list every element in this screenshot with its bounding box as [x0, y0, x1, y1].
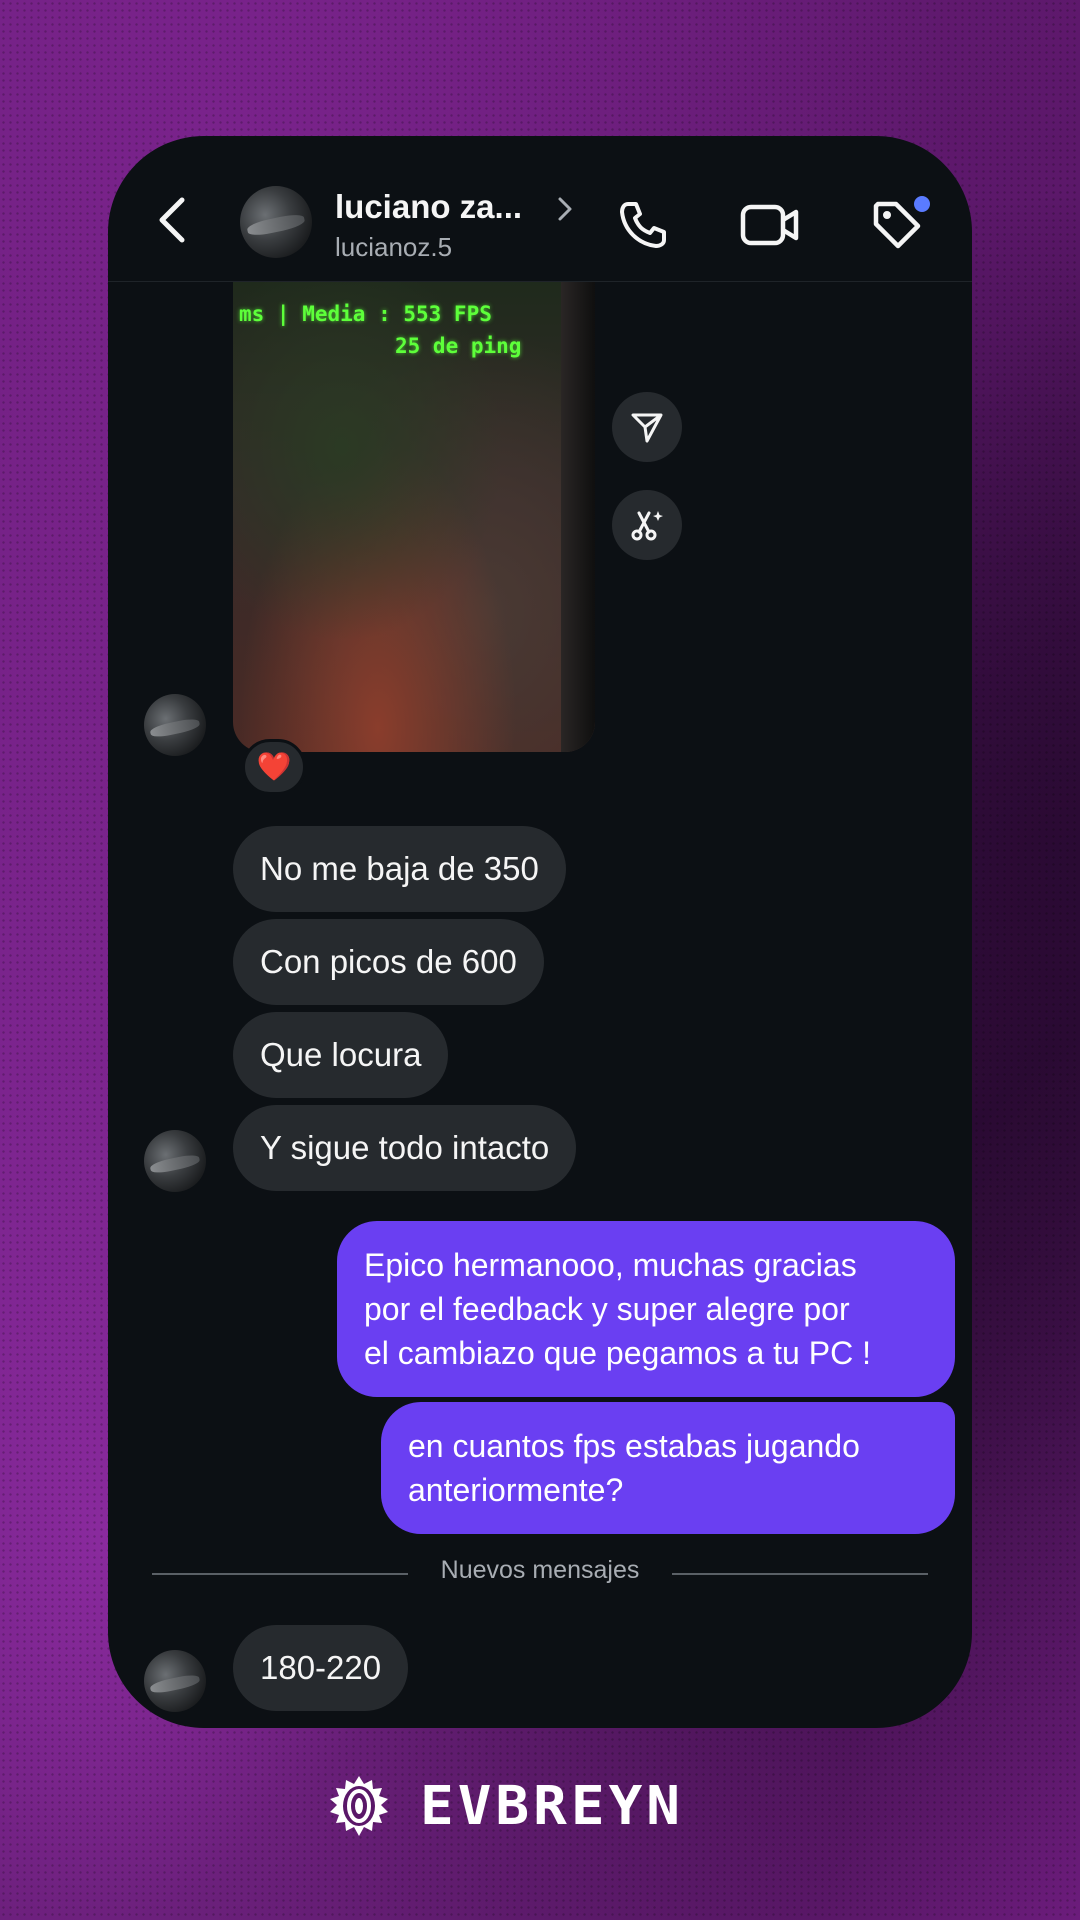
sender-avatar[interactable]	[144, 1650, 206, 1712]
phone-icon[interactable]	[616, 198, 670, 252]
incoming-message[interactable]: 180-220	[233, 1625, 409, 1711]
edit-ai-button[interactable]	[612, 490, 682, 560]
incoming-message[interactable]: No me baja de 350	[233, 826, 566, 912]
brand-logo-icon	[330, 1776, 388, 1836]
photo-overlay-text: 25 de ping	[395, 334, 522, 358]
scissors-sparkle-icon	[631, 511, 663, 541]
outgoing-message[interactable]: Epico hermanooo, muchas gracias por el f…	[337, 1221, 955, 1397]
contact-name[interactable]: luciano za...	[335, 188, 522, 226]
chat-screen: luciano za... lucianoz.5 ms | Media : 55…	[108, 136, 972, 1728]
photo-message[interactable]: ms | Media : 553 FPS 25 de ping	[233, 282, 595, 752]
contact-avatar[interactable]	[240, 186, 312, 258]
send-icon	[631, 413, 663, 443]
incoming-message[interactable]: Con picos de 600	[233, 919, 544, 1005]
sender-avatar[interactable]	[144, 694, 206, 756]
new-messages-divider: Nuevos mensajes	[440, 1556, 640, 1584]
divider-line	[672, 1573, 928, 1575]
contact-username: lucianoz.5	[335, 232, 453, 262]
heart-icon[interactable]: ❤️	[242, 739, 306, 795]
sender-avatar[interactable]	[144, 1130, 206, 1192]
back-icon[interactable]	[154, 196, 190, 244]
outgoing-message[interactable]: en cuantos fps estabas jugando anteriorm…	[381, 1402, 955, 1534]
chevron-right-icon[interactable]	[556, 194, 574, 224]
incoming-message[interactable]: Y sigue todo intacto	[233, 1105, 577, 1191]
photo-overlay-text: ms | Media : 553 FPS	[239, 302, 492, 326]
photo-monitor-edge	[561, 282, 595, 752]
forward-button[interactable]	[612, 392, 682, 462]
brand-watermark: EVBREYN	[320, 1774, 760, 1840]
notification-dot	[914, 196, 930, 212]
incoming-message[interactable]: Que locura	[233, 1012, 449, 1098]
brand-name: EVBREYN	[420, 1775, 685, 1838]
video-icon[interactable]	[740, 202, 800, 248]
chat-header: luciano za... lucianoz.5	[108, 136, 972, 282]
